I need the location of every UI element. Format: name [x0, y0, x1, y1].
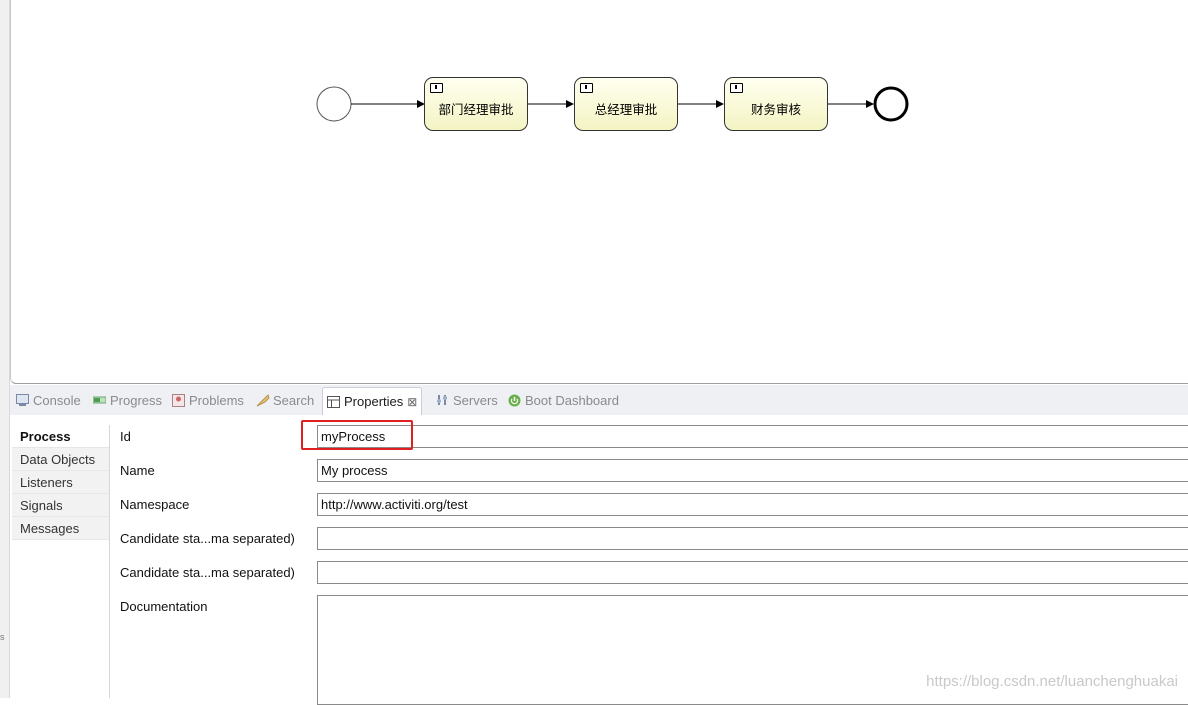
user-task-icon — [580, 83, 593, 93]
watermark: https://blog.csdn.net/luanchenghuakai — [926, 673, 1178, 690]
user-task-icon — [430, 83, 443, 93]
process-flow — [316, 86, 909, 122]
user-task-dept-manager[interactable]: 部门经理审批 — [424, 77, 528, 131]
tab-label: Servers — [453, 392, 498, 408]
sidebar-item-listeners[interactable]: Listeners — [12, 471, 109, 494]
user-task-general-manager[interactable]: 总经理审批 — [574, 77, 678, 131]
servers-icon — [436, 394, 449, 406]
properties-panel: Process Data Objects Listeners Signals M… — [10, 415, 1188, 705]
namespace-label: Namespace — [120, 497, 190, 512]
tab-label: Properties — [344, 394, 404, 409]
tab-label: Console — [33, 392, 81, 408]
tab-label: Boot Dashboard — [525, 392, 619, 408]
tab-boot-dashboard[interactable]: Boot Dashboard — [508, 385, 619, 415]
candidate-starter-groups-field[interactable] — [317, 561, 1188, 584]
sidebar-item-signals[interactable]: Signals — [12, 494, 109, 517]
left-gutter — [0, 0, 10, 698]
id-highlight-box — [301, 420, 413, 450]
tab-console[interactable]: Console — [16, 385, 81, 415]
view-tab-bar: Console Progress Problems Search Propert… — [10, 385, 1188, 415]
tab-label: Problems — [189, 392, 244, 408]
diagram-canvas[interactable]: 部门经理审批 总经理审批 财务审核 — [10, 0, 1188, 384]
tab-problems[interactable]: Problems — [172, 385, 244, 415]
user-task-icon — [730, 83, 743, 93]
task-label: 财务审核 — [750, 102, 801, 117]
gutter-mark: s — [0, 632, 5, 642]
search-icon — [256, 394, 270, 407]
problems-icon — [172, 394, 185, 407]
id-field[interactable]: myProcess — [317, 425, 1188, 448]
end-event[interactable] — [873, 86, 909, 122]
user-task-finance[interactable]: 财务审核 — [724, 77, 828, 131]
namespace-field[interactable]: http://www.activiti.org/test — [317, 493, 1188, 516]
tab-properties[interactable]: Properties ⊠ — [322, 387, 423, 415]
properties-icon — [327, 395, 340, 408]
task-label: 部门经理审批 — [438, 102, 514, 117]
sidebar-item-data-objects[interactable]: Data Objects — [12, 448, 109, 471]
candidate-starter-groups-label: Candidate sta...ma separated) — [120, 565, 295, 580]
tab-servers[interactable]: Servers — [436, 385, 498, 415]
task-label: 总经理审批 — [594, 102, 658, 117]
tab-search[interactable]: Search — [256, 385, 314, 415]
id-label: Id — [120, 429, 131, 444]
sidebar-item-messages[interactable]: Messages — [12, 517, 109, 540]
boot-dashboard-icon — [508, 394, 521, 407]
properties-sidebar: Process Data Objects Listeners Signals M… — [12, 425, 109, 540]
tab-label: Search — [273, 392, 315, 408]
name-label: Name — [120, 463, 155, 478]
tab-label: Progress — [110, 392, 163, 408]
name-field[interactable]: My process — [317, 459, 1188, 482]
progress-icon — [92, 394, 107, 406]
candidate-starter-users-field[interactable] — [317, 527, 1188, 550]
documentation-label: Documentation — [120, 599, 208, 614]
console-icon — [16, 394, 29, 406]
tab-progress[interactable]: Progress — [92, 385, 163, 415]
start-event[interactable] — [316, 86, 352, 122]
close-icon[interactable]: ⊠ — [407, 395, 417, 409]
sidebar-divider — [109, 425, 110, 698]
sidebar-item-process[interactable]: Process — [12, 425, 109, 448]
candidate-starter-users-label: Candidate sta...ma separated) — [120, 531, 295, 546]
